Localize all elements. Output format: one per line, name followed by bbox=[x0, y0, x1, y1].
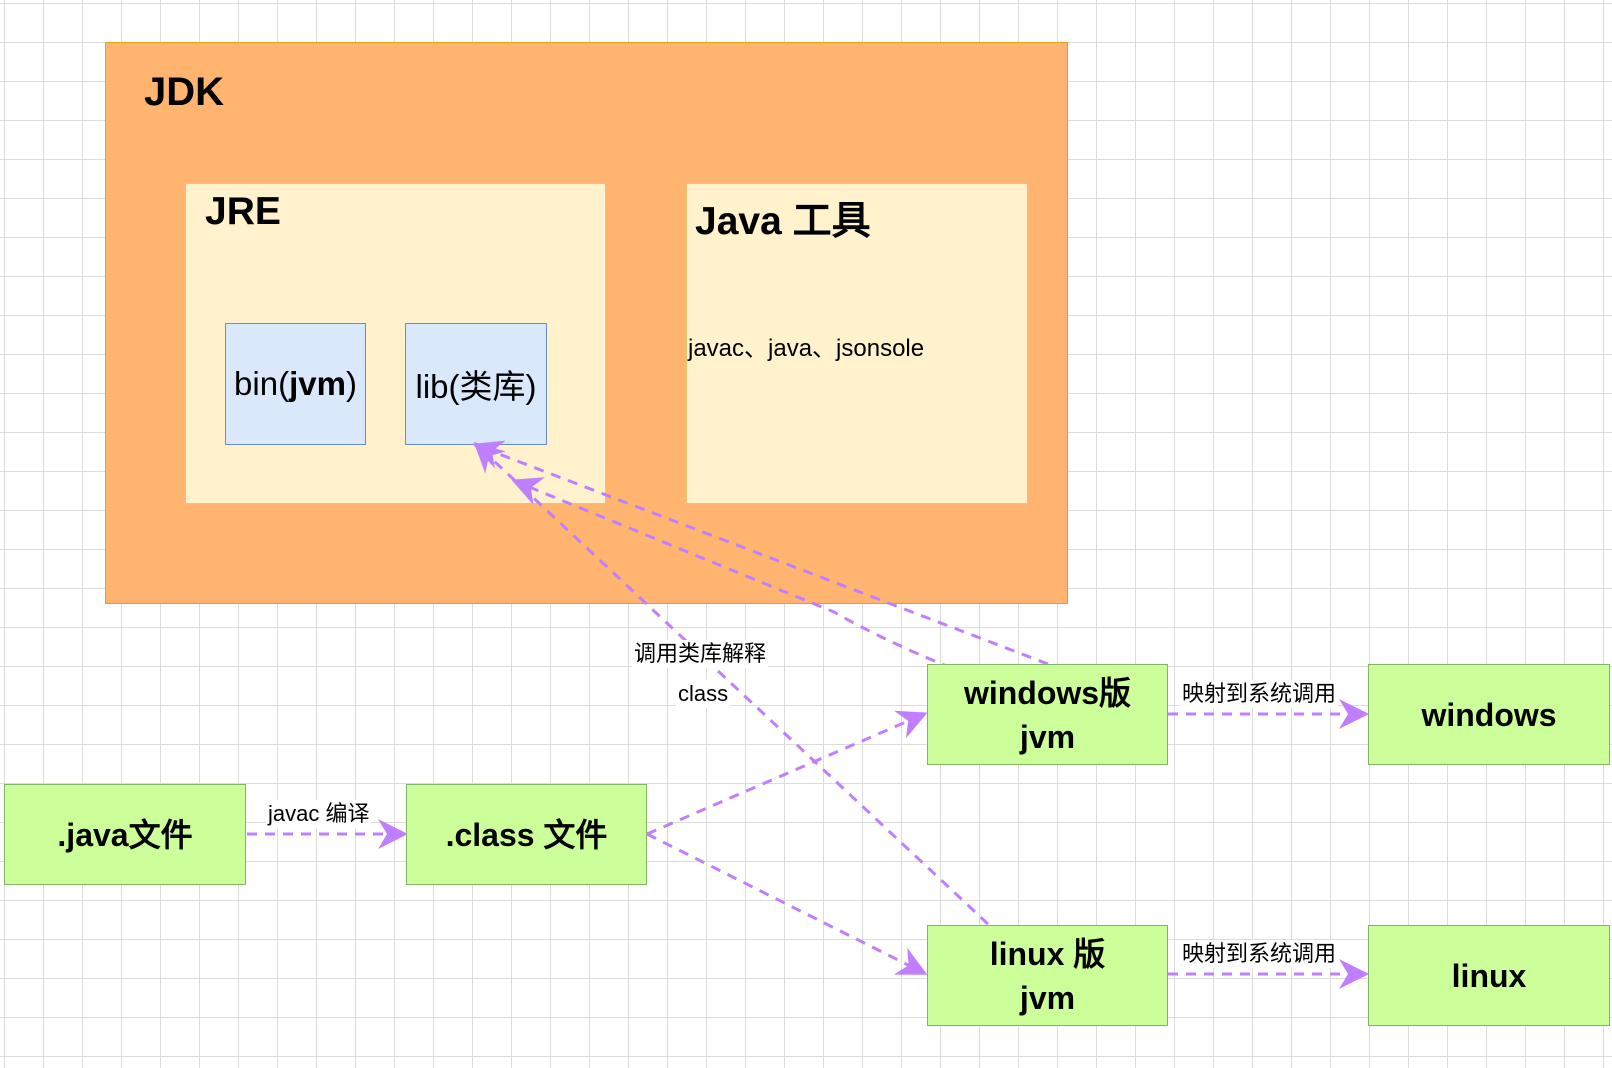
edge-label-compile: javac 编译 bbox=[266, 800, 372, 828]
edge-label-map-linux: 映射到系统调用 bbox=[1180, 940, 1339, 968]
arrow-class-to-windows-jvm bbox=[646, 710, 928, 836]
bin-label-prefix: bin( bbox=[234, 365, 290, 402]
bin-label-bold: jvm bbox=[289, 365, 346, 402]
class-file-node[interactable]: .class 文件 bbox=[406, 784, 647, 885]
arrow-class-to-linux-jvm bbox=[646, 832, 928, 975]
edge-label-lib-call-1: 调用类库解释 bbox=[632, 640, 769, 668]
java-file-node[interactable]: .java文件 bbox=[4, 784, 246, 885]
jre-title: JRE bbox=[205, 190, 281, 233]
windows-label: windows bbox=[1421, 696, 1557, 733]
lib-box[interactable]: lib(类库) bbox=[405, 323, 547, 445]
linux-jvm-label-2: jvm bbox=[1019, 979, 1076, 1016]
linux-jvm-label-1: linux 版 bbox=[989, 935, 1106, 972]
lib-label: lib(类库) bbox=[415, 368, 537, 405]
java-file-label: .java文件 bbox=[57, 816, 193, 853]
edge-label-map-windows: 映射到系统调用 bbox=[1180, 680, 1339, 708]
edge-label-lib-call-2: class bbox=[676, 680, 731, 708]
class-file-label: .class 文件 bbox=[445, 816, 608, 853]
linux-node[interactable]: linux bbox=[1368, 925, 1610, 1026]
java-tools-title: Java 工具 bbox=[695, 200, 871, 243]
linux-label: linux bbox=[1451, 957, 1527, 994]
java-tools-list: javac、java、jsonsole bbox=[688, 335, 925, 362]
windows-jvm-label-2: jvm bbox=[1019, 718, 1076, 755]
jdk-title: JDK bbox=[144, 70, 225, 114]
bin-jvm-box[interactable]: bin(jvm) bbox=[225, 323, 366, 445]
bin-label-suffix: ) bbox=[345, 365, 357, 402]
windows-node[interactable]: windows bbox=[1368, 664, 1610, 765]
windows-jvm-label-1: windows版 bbox=[963, 674, 1132, 711]
windows-jvm-node[interactable]: windows版 jvm bbox=[927, 664, 1168, 765]
linux-jvm-node[interactable]: linux 版 jvm bbox=[927, 925, 1168, 1026]
